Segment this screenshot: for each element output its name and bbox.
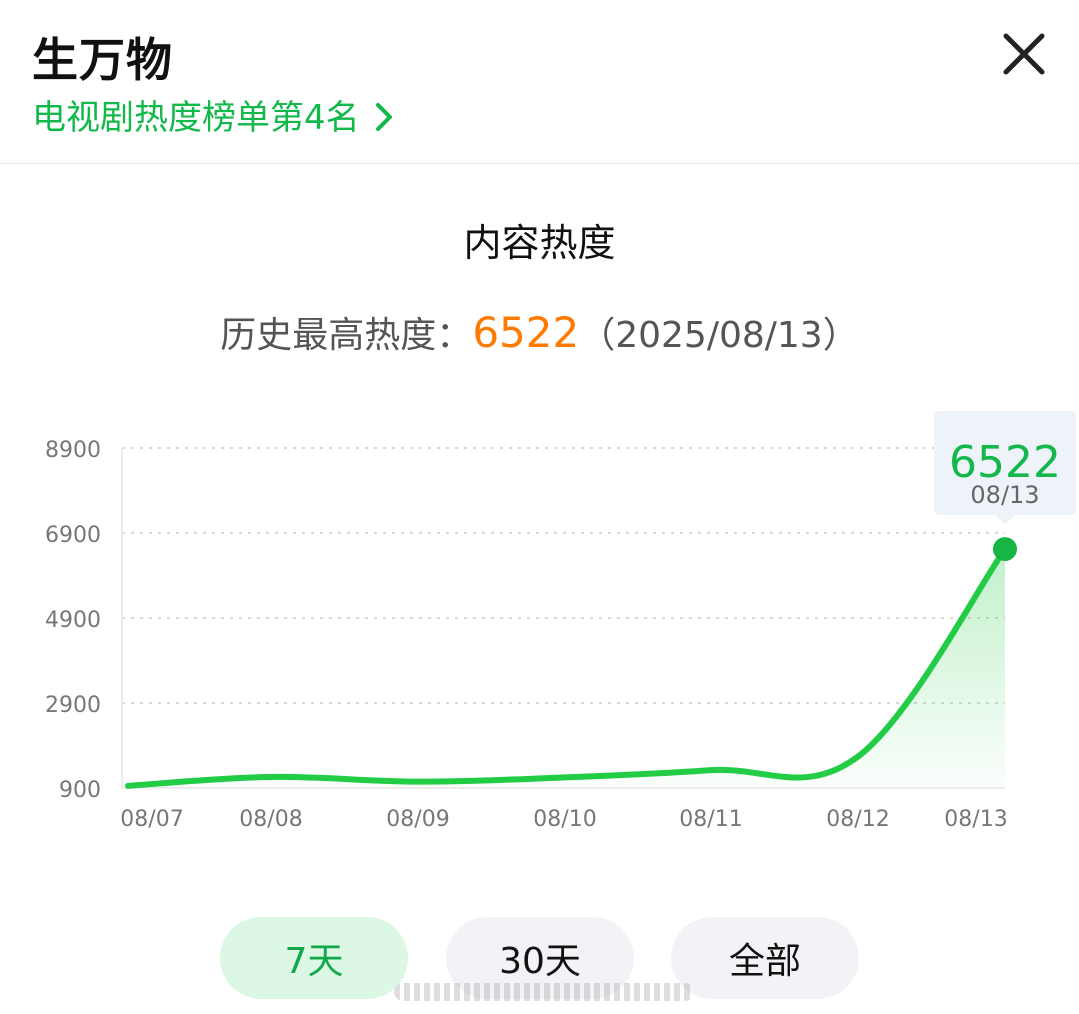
x-tick-label: 08/08 <box>239 807 302 832</box>
y-tick-label: 8900 <box>45 438 101 463</box>
section-title: 内容热度 <box>463 221 616 265</box>
x-tick-label: 08/13 <box>944 807 1007 832</box>
data-point <box>267 773 275 781</box>
range-button-0[interactable]: 7天 <box>220 917 408 999</box>
peak-value: 6522 <box>472 308 580 357</box>
tooltip-date: 08/13 <box>970 481 1039 509</box>
data-point <box>707 766 715 774</box>
x-tick-label: 08/10 <box>533 807 596 832</box>
y-tick-label: 4900 <box>45 608 101 633</box>
rank-link-label: 电视剧热度榜单第4名 <box>32 98 360 138</box>
range-button-2[interactable]: 全部 <box>671 917 859 999</box>
series-area <box>128 549 1005 788</box>
peak-date: （2025/08/13） <box>579 315 859 356</box>
highlight-point[interactable] <box>993 537 1017 562</box>
header: 生万物 电视剧热度榜单第4名 <box>0 0 1079 164</box>
rank-link[interactable]: 电视剧热度榜单第4名 <box>32 90 394 139</box>
peak-label: 历史最高热度： <box>220 315 473 356</box>
data-point <box>124 782 132 790</box>
data-point <box>854 753 862 761</box>
page-title: 生万物 <box>32 33 173 87</box>
close-icon[interactable] <box>998 28 1050 80</box>
y-tick-label: 2900 <box>45 693 101 718</box>
y-tick-label: 6900 <box>45 523 101 548</box>
chevron-right-icon <box>375 102 392 131</box>
heat-chart: 900 2900 4900 6900 8900 08/07 08/08 08/09 08/10 0… <box>45 411 1076 832</box>
x-tick-label: 08/11 <box>679 807 742 832</box>
chart-tooltip: 6522 08/13 <box>934 411 1076 525</box>
peak-heat: 历史最高热度：6522（2025/08/13） <box>0 306 1079 358</box>
watermark <box>394 983 694 1001</box>
x-tick-label: 08/07 <box>120 807 183 832</box>
y-tick-label: 900 <box>59 778 101 803</box>
data-point <box>561 773 569 781</box>
data-point <box>414 778 422 786</box>
x-tick-label: 08/12 <box>826 807 889 832</box>
x-tick-label: 08/09 <box>386 807 449 832</box>
